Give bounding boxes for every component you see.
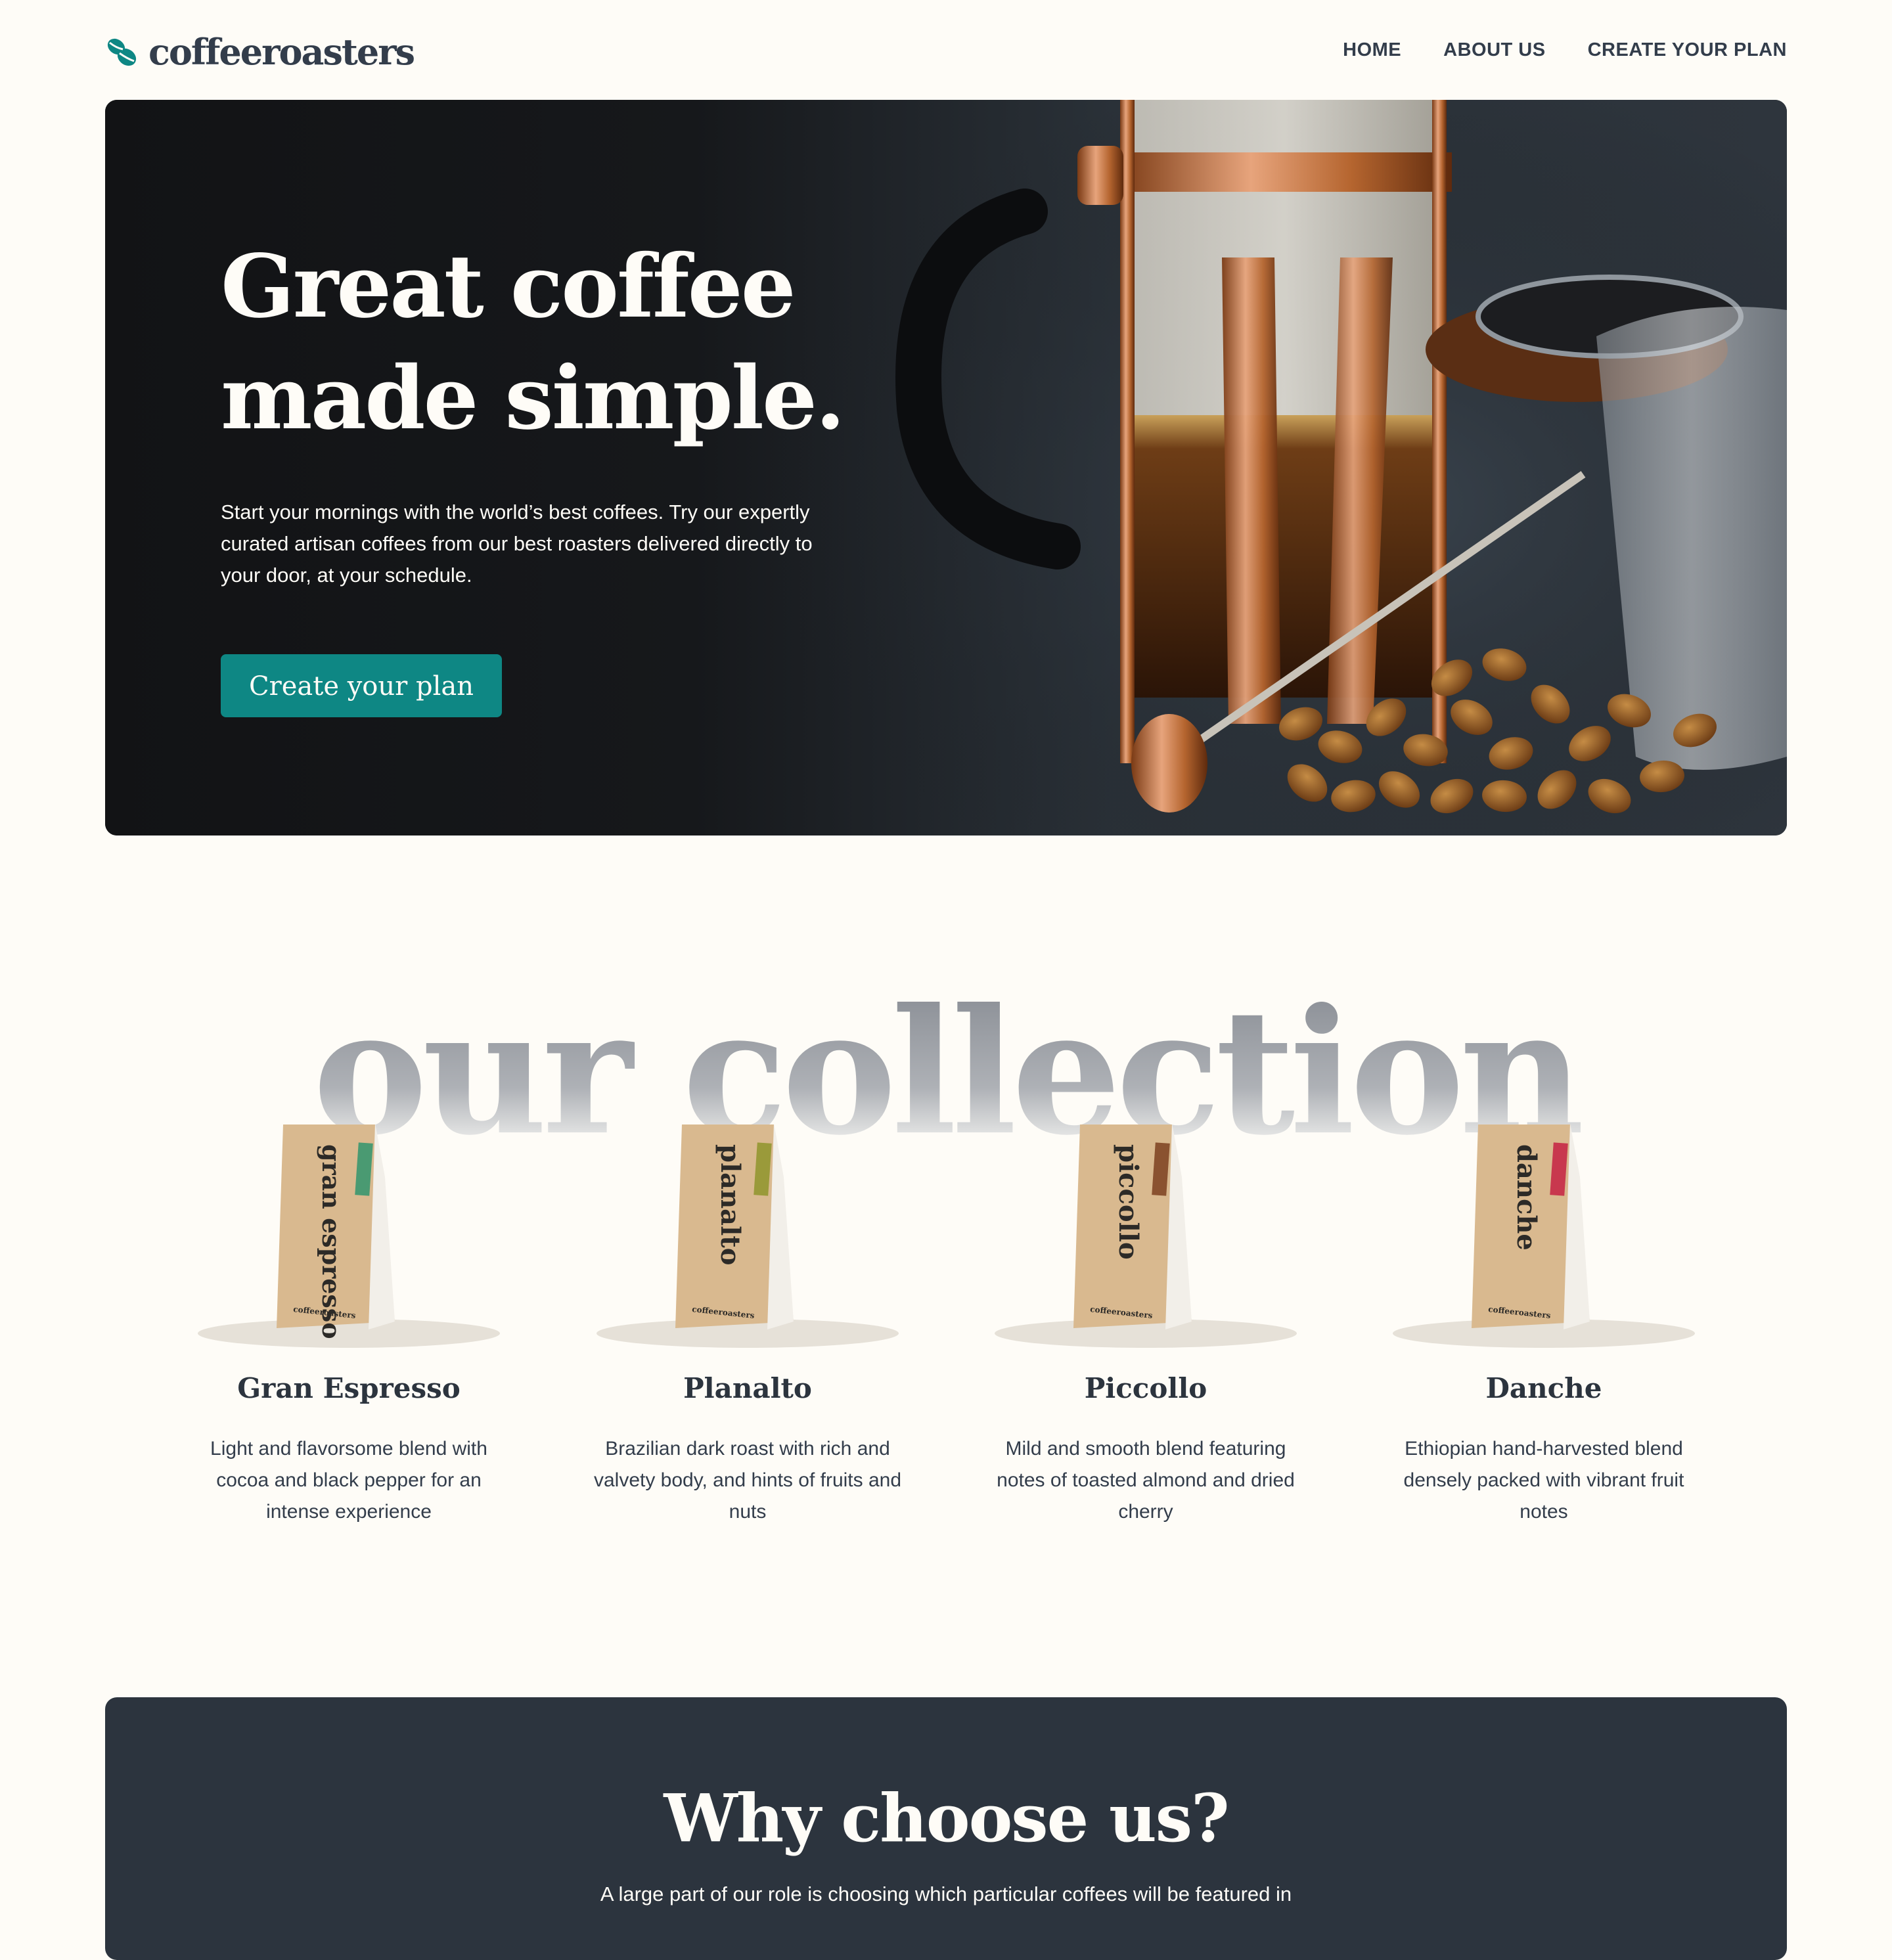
- why-description: A large part of our role is choosing whi…: [600, 1882, 1292, 1905]
- product-name: Piccollo: [1084, 1372, 1207, 1404]
- hero-title: Great coffee made simple.: [221, 231, 851, 455]
- product-description: Brazilian dark roast with rich and valve…: [593, 1438, 902, 1523]
- hero-content: Great coffee made simple. Start your mor…: [221, 231, 851, 717]
- hero-description: Start your mornings with the world’s bes…: [221, 501, 813, 587]
- product-card-planalto[interactable]: planalto coffeeroasters Planalto Brazili…: [570, 1125, 925, 1528]
- nav-about-link[interactable]: ABOUT US: [1443, 35, 1545, 64]
- product-name: Gran Espresso: [237, 1372, 461, 1404]
- coffee-bean-icon: [107, 38, 137, 66]
- logo[interactable]: coffeeroasters: [105, 31, 415, 73]
- product-card-gran-espresso[interactable]: gran espresso coffeeroasters Gran Espres…: [171, 1125, 526, 1528]
- coffee-bag-image: piccollo coffeeroasters: [995, 1125, 1297, 1348]
- pack-label: piccollo: [1113, 1144, 1144, 1260]
- product-description: Light and flavorsome blend with cocoa an…: [210, 1438, 487, 1523]
- site-header: coffeeroasters HOME ABOUT US CREATE YOUR…: [0, 0, 1892, 100]
- nav-create-plan-link[interactable]: CREATE YOUR PLAN: [1588, 35, 1787, 64]
- product-description: Mild and smooth blend featuring notes of…: [997, 1438, 1295, 1523]
- collection-section: our collection gran espresso coffeeroast…: [0, 835, 1892, 1696]
- coffee-bag-image: planalto coffeeroasters: [597, 1125, 899, 1348]
- product-name: Danche: [1485, 1372, 1602, 1404]
- coffee-bag-image: gran espresso coffeeroasters: [198, 1125, 500, 1348]
- why-choose-us-section: Why choose us? A large part of our role …: [105, 1697, 1787, 1960]
- why-title: Why choose us?: [664, 1779, 1229, 1857]
- nav-home-link[interactable]: HOME: [1343, 35, 1401, 64]
- main-nav: HOME ABOUT US CREATE YOUR PLAN: [1343, 35, 1787, 64]
- pack-label: danche: [1511, 1144, 1542, 1251]
- hero-title-line2: made simple.: [221, 347, 845, 449]
- product-name: Planalto: [683, 1372, 812, 1404]
- hero-title-line1: Great coffee: [221, 236, 796, 338]
- product-description: Ethiopian hand-harvested blend densely p…: [1403, 1438, 1684, 1523]
- coffee-bag-image: danche coffeeroasters: [1393, 1125, 1695, 1348]
- create-plan-button[interactable]: Create your plan: [221, 654, 502, 717]
- logo-text: coffeeroasters: [148, 31, 415, 73]
- pack-label: planalto: [715, 1144, 746, 1265]
- product-card-piccollo[interactable]: piccollo coffeeroasters Piccollo Mild an…: [968, 1125, 1323, 1528]
- hero-section: Great coffee made simple. Start your mor…: [105, 100, 1787, 835]
- product-card-danche[interactable]: danche coffeeroasters Danche Ethiopian h…: [1366, 1125, 1721, 1528]
